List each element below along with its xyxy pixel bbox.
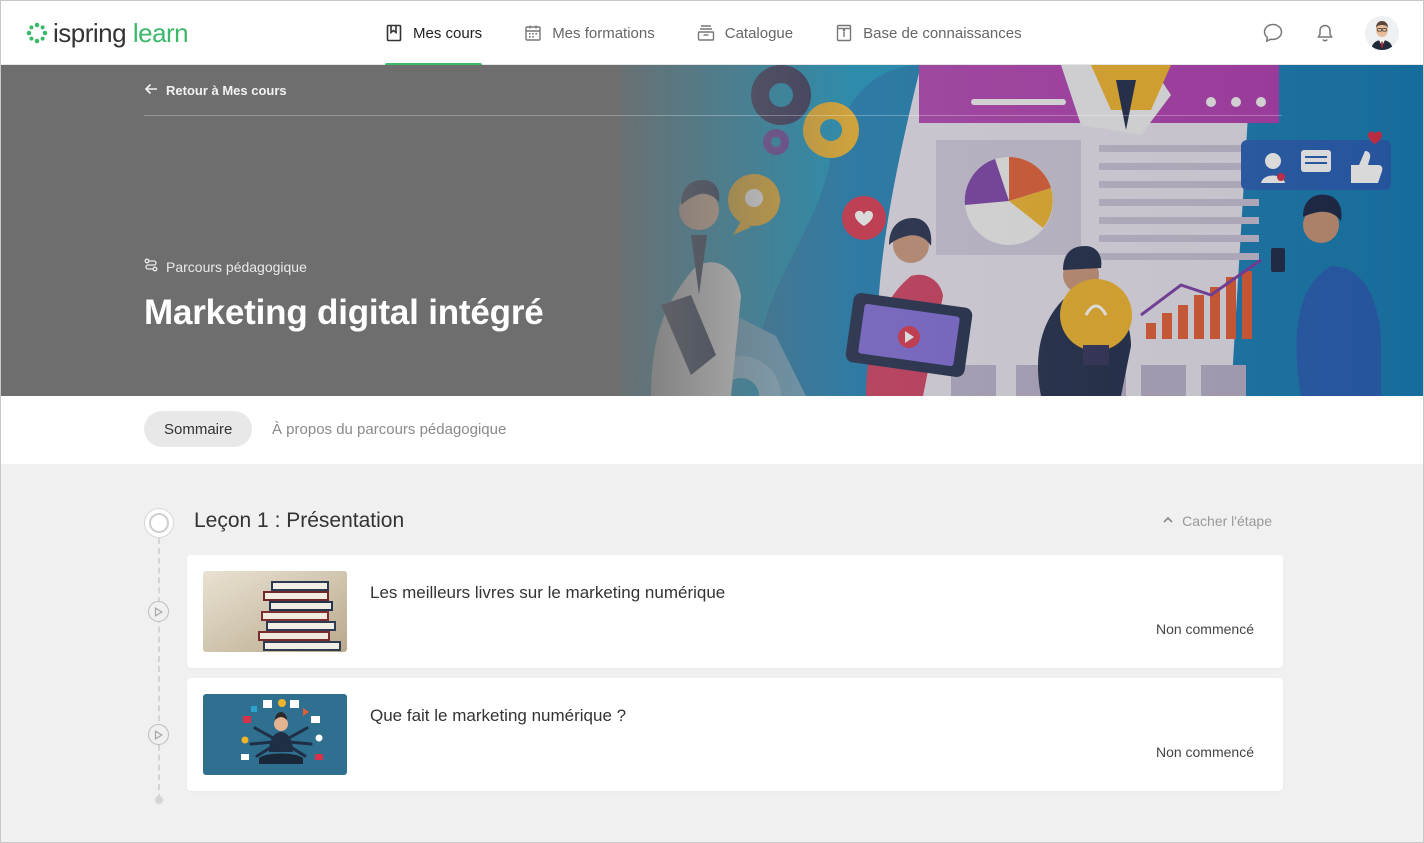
play-circle-icon	[148, 601, 169, 622]
info-book-icon	[835, 24, 853, 42]
lesson-item-title: Les meilleurs livres sur le marketing nu…	[370, 583, 726, 602]
tab-about-learning-path[interactable]: À propos du parcours pédagogique	[272, 411, 506, 447]
learning-path-label: Parcours pédagogique	[144, 258, 307, 275]
user-avatar[interactable]	[1365, 16, 1399, 50]
route-icon	[144, 258, 158, 275]
lesson-title: Leçon 1 : Présentation	[194, 509, 405, 532]
hide-stage-label: Cacher l'étape	[1182, 513, 1272, 529]
stage-timeline-line	[158, 538, 160, 800]
nav-base-de-connaissances[interactable]: Base de connaissances	[835, 1, 1022, 65]
marketer-thumbnail	[203, 694, 347, 775]
back-link-label: Retour à Mes cours	[166, 83, 287, 98]
play-circle-icon	[148, 724, 169, 745]
header-actions	[1261, 13, 1399, 53]
status-label: Non commencé	[1155, 621, 1254, 637]
main-nav: Mes cours Mes formations Catalogue Base …	[385, 1, 1064, 66]
nav-mes-cours[interactable]: Mes cours	[385, 1, 483, 66]
status-label: Non commencé	[1155, 744, 1254, 760]
nav-mes-formations[interactable]: Mes formations	[524, 1, 655, 65]
lesson-item-title: Que fait le marketing numérique ?	[370, 706, 627, 725]
book-icon	[385, 24, 403, 42]
tab-sommaire[interactable]: Sommaire	[144, 411, 253, 447]
lesson-item-card[interactable]: Les meilleurs livres sur le marketing nu…	[187, 555, 1283, 668]
chevron-up-icon	[1162, 513, 1174, 529]
lesson-item-card[interactable]: Que fait le marketing numérique ? Non co…	[187, 678, 1283, 791]
nav-label: Mes formations	[552, 24, 655, 42]
top-navigation-bar: ispring learn Mes cours Mes formations C…	[1, 1, 1423, 66]
logo-spark-icon	[25, 21, 49, 45]
lesson-stage-header: Leçon 1 : Présentation Cacher l'étape	[144, 507, 1282, 538]
hero-divider	[144, 115, 1282, 116]
calendar-icon	[524, 24, 542, 42]
hide-stage-toggle[interactable]: Cacher l'étape	[1162, 513, 1272, 529]
chat-icon[interactable]	[1261, 21, 1285, 45]
nav-label: Mes cours	[413, 24, 483, 42]
content-tabs: Sommaire À propos du parcours pédagogiqu…	[1, 396, 1423, 464]
arrow-left-icon	[144, 82, 158, 99]
archive-box-icon	[697, 24, 715, 42]
back-to-courses-link[interactable]: Retour à Mes cours	[144, 82, 287, 99]
nav-label: Base de connaissances	[863, 24, 1022, 42]
stage-progress-circle	[144, 508, 174, 538]
logo-wordmark: ispring learn	[53, 18, 189, 48]
path-type-text: Parcours pédagogique	[166, 258, 307, 275]
app-window: ispring learn Mes cours Mes formations C…	[0, 0, 1424, 843]
timeline-end-dot	[155, 796, 163, 804]
ispring-learn-logo[interactable]: ispring learn	[25, 18, 189, 48]
course-hero-banner: Retour à Mes cours Parcours pédagogique …	[1, 65, 1423, 396]
bell-icon[interactable]	[1313, 21, 1337, 45]
books-thumbnail	[203, 571, 347, 652]
nav-catalogue[interactable]: Catalogue	[697, 1, 793, 65]
course-title: Marketing digital intégré	[144, 293, 544, 332]
nav-label: Catalogue	[724, 24, 794, 42]
